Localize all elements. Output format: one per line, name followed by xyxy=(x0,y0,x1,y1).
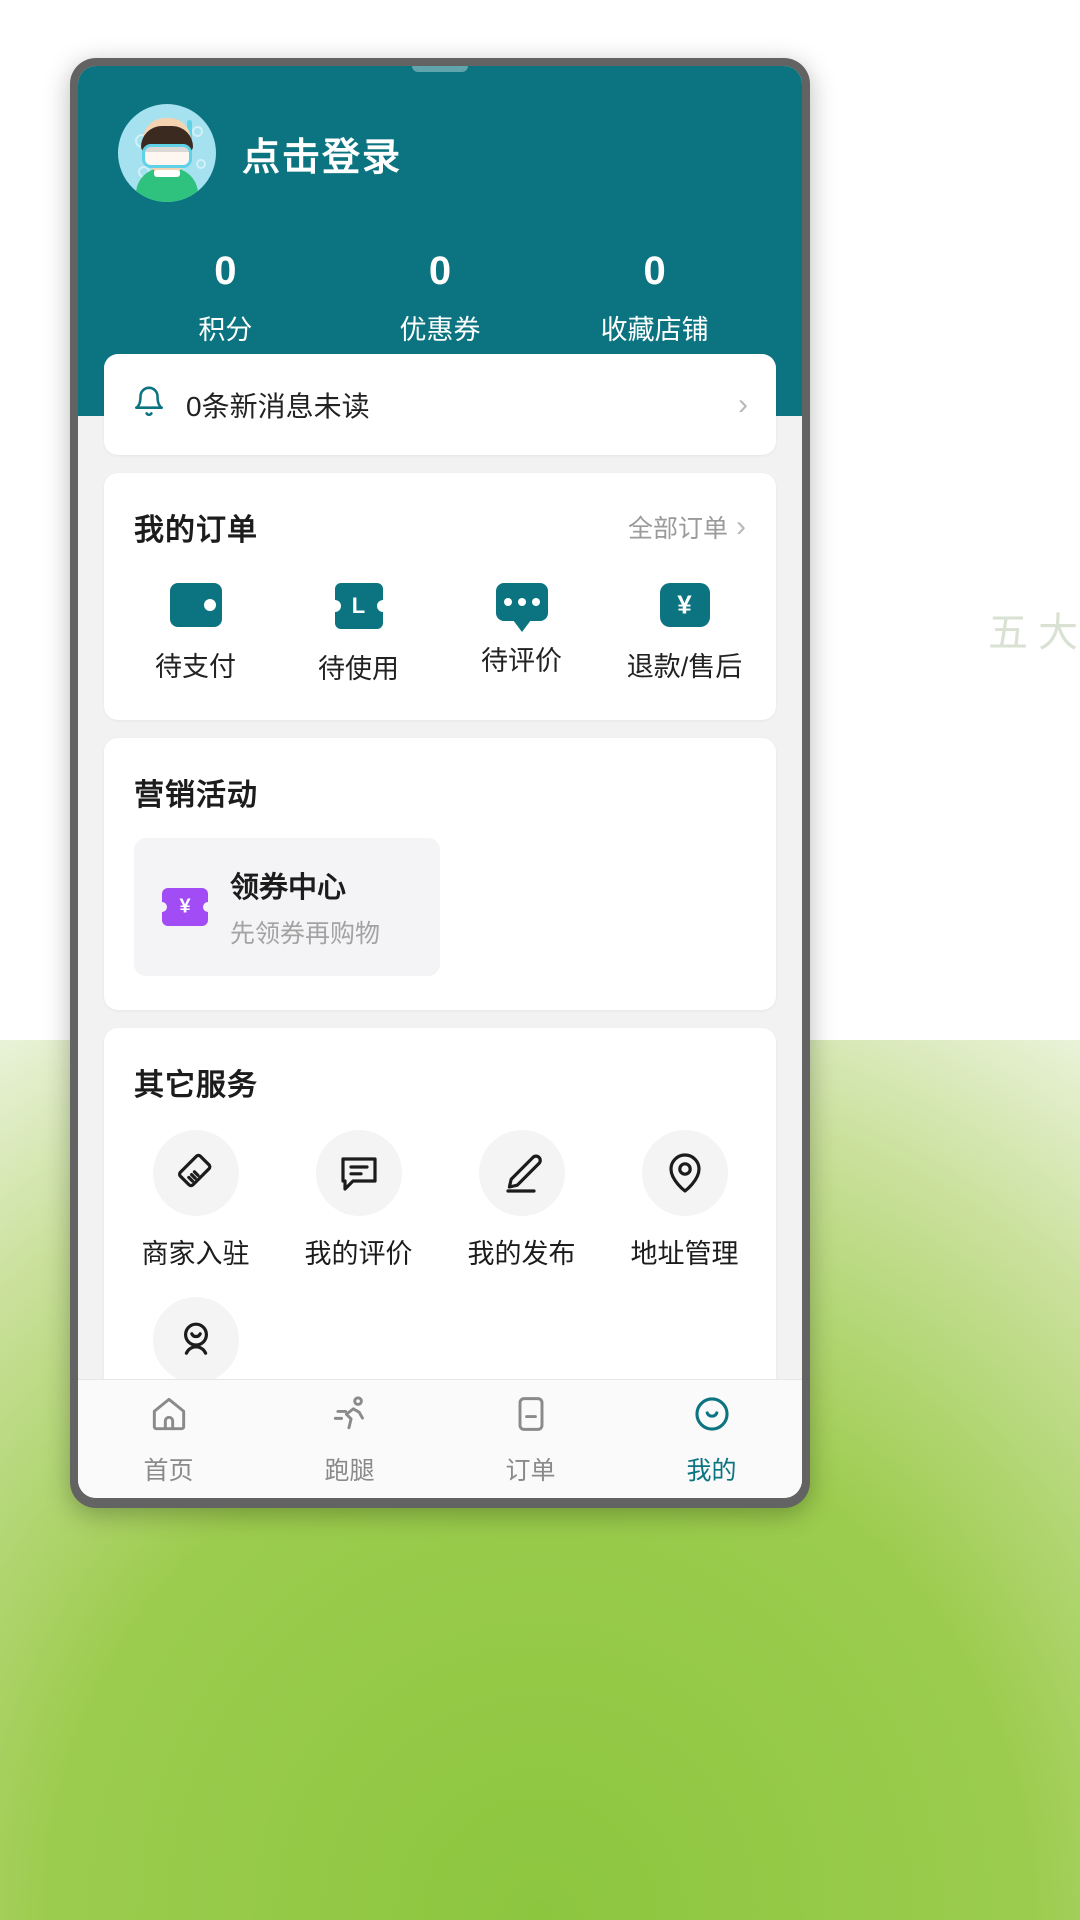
stat-value: 0 xyxy=(643,249,666,293)
orders-header: 我的订单 全部订单 › xyxy=(104,473,776,549)
message-text: 0条新消息未读 xyxy=(186,390,370,422)
comment-lines-icon xyxy=(315,1130,402,1216)
order-tab-pending-payment[interactable]: 待支付 xyxy=(114,583,277,686)
tab-orders[interactable]: 订单 xyxy=(440,1392,621,1487)
tab-label: 首页 xyxy=(143,1456,194,1485)
bubble-dot-icon xyxy=(196,159,206,169)
service-label: 我的评价 xyxy=(304,1239,413,1269)
order-tab-label: 待使用 xyxy=(318,654,399,684)
tab-label: 我的 xyxy=(686,1456,737,1485)
coupon-subtitle: 先领券再购物 xyxy=(230,920,381,948)
service-label: 商家入驻 xyxy=(141,1239,250,1269)
yen-glyph: ¥ xyxy=(677,589,692,620)
all-orders-label: 全部订单 xyxy=(627,515,728,543)
coupon-center-entry[interactable]: ¥ 领券中心 先领券再购物 xyxy=(134,838,441,976)
orders-title: 我的订单 xyxy=(134,514,258,547)
stat-points[interactable]: 0 积分 xyxy=(118,248,333,347)
stats-row: 0 积分 0 优惠券 0 收藏店铺 xyxy=(118,248,762,347)
services-header: 其它服务 xyxy=(104,1028,776,1104)
order-doc-icon xyxy=(509,1392,553,1441)
speaker-notch xyxy=(412,66,468,72)
service-about-us[interactable]: 关于我们 xyxy=(114,1297,277,1379)
comment-dots-icon xyxy=(495,583,548,621)
diver-avatar-icon[interactable] xyxy=(118,104,216,202)
dots-group xyxy=(503,598,540,606)
stat-label: 积分 xyxy=(198,315,253,345)
orders-grid: 待支付 L 待使用 待评价 ¥ 退款/售后 xyxy=(104,549,776,720)
services-title: 其它服务 xyxy=(134,1069,258,1102)
chevron-right-icon: › xyxy=(736,510,746,543)
service-address-management[interactable]: 地址管理 xyxy=(603,1130,766,1271)
marketing-header: 营销活动 xyxy=(104,738,776,814)
tab-mine[interactable]: 我的 xyxy=(621,1392,802,1487)
order-tab-pending-use[interactable]: L 待使用 xyxy=(277,583,440,686)
service-label: 我的发布 xyxy=(467,1239,576,1269)
home-icon xyxy=(147,1392,191,1441)
runner-icon xyxy=(328,1392,372,1441)
yen-refund-icon: ¥ xyxy=(659,583,710,627)
services-card: 其它服务 商家入驻 我的评价 我的发布 地址管理 xyxy=(104,1028,776,1379)
chevron-right-icon: › xyxy=(738,387,748,421)
service-merchant-onboarding[interactable]: 商家入驻 xyxy=(114,1130,277,1271)
message-card[interactable]: 0条新消息未读 › xyxy=(104,354,776,455)
ticket-glyph: L xyxy=(351,593,366,618)
dive-mask-icon xyxy=(142,144,192,168)
scroll-content[interactable]: 点击登录 0 积分 0 优惠券 0 收藏店铺 0条新消息未读 › 我的订单 全部… xyxy=(78,66,802,1379)
service-my-posts[interactable]: 我的发布 xyxy=(440,1130,603,1271)
order-tab-label: 待支付 xyxy=(155,652,236,682)
tab-label: 跑腿 xyxy=(324,1456,375,1485)
stat-value: 0 xyxy=(214,249,237,293)
marketing-card: 营销活动 ¥ 领券中心 先领券再购物 xyxy=(104,738,776,1010)
coupon-title: 领券中心 xyxy=(230,872,347,904)
handshake-icon xyxy=(152,1130,239,1216)
stat-coupons[interactable]: 0 优惠券 xyxy=(333,248,548,347)
tab-home[interactable]: 首页 xyxy=(78,1392,259,1487)
stat-label: 收藏店铺 xyxy=(600,315,709,345)
wallet-icon xyxy=(169,583,222,627)
stat-label: 优惠券 xyxy=(399,315,481,345)
tab-errands[interactable]: 跑腿 xyxy=(259,1392,440,1487)
order-tab-label: 待评价 xyxy=(481,646,562,676)
smiley-profile-icon xyxy=(690,1392,734,1441)
all-orders-link[interactable]: 全部订单 › xyxy=(628,509,746,545)
coupon-icon: ¥ xyxy=(162,888,208,926)
avatar-mouth xyxy=(154,170,180,177)
order-tab-label: 退款/售后 xyxy=(626,652,743,682)
login-label[interactable]: 点击登录 xyxy=(242,126,402,181)
location-pin-icon xyxy=(641,1130,728,1216)
phone-frame: 点击登录 0 积分 0 优惠券 0 收藏店铺 0条新消息未读 › 我的订单 全部… xyxy=(70,58,810,1508)
phone-screen: 点击登录 0 积分 0 优惠券 0 收藏店铺 0条新消息未读 › 我的订单 全部… xyxy=(78,66,802,1498)
ticket-icon: L xyxy=(334,583,383,629)
bubble-dot-icon xyxy=(192,126,203,137)
tab-label: 订单 xyxy=(505,1456,556,1485)
service-label: 地址管理 xyxy=(630,1239,739,1269)
marketing-title: 营销活动 xyxy=(134,779,258,812)
stat-value: 0 xyxy=(428,249,452,293)
bell-icon xyxy=(132,384,166,425)
coupon-glyph: ¥ xyxy=(179,895,191,918)
pencil-edit-icon xyxy=(478,1130,565,1216)
coupon-text-block: 领券中心 先领券再购物 xyxy=(230,864,380,950)
watermark-text: 五大 xyxy=(988,611,1080,655)
service-my-reviews[interactable]: 我的评价 xyxy=(277,1130,440,1271)
order-tab-refund-aftersale[interactable]: ¥ 退款/售后 xyxy=(603,583,766,686)
orders-card: 我的订单 全部订单 › 待支付 L 待使用 待评价 ¥ 退款/售后 xyxy=(104,473,776,720)
login-row[interactable]: 点击登录 xyxy=(118,104,762,202)
stat-favorite-shops[interactable]: 0 收藏店铺 xyxy=(547,248,762,347)
bottom-tabbar: 首页 跑腿 订单 我的 xyxy=(78,1379,802,1498)
smiley-face-icon xyxy=(152,1297,239,1379)
services-grid: 商家入驻 我的评价 我的发布 地址管理 xyxy=(104,1104,776,1379)
order-tab-pending-review[interactable]: 待评价 xyxy=(440,583,603,686)
page-background: 五大 点击登录 0 积分 0 优惠券 0 收藏店铺 0条新消息未读 › 我的订单… xyxy=(0,0,1080,1920)
